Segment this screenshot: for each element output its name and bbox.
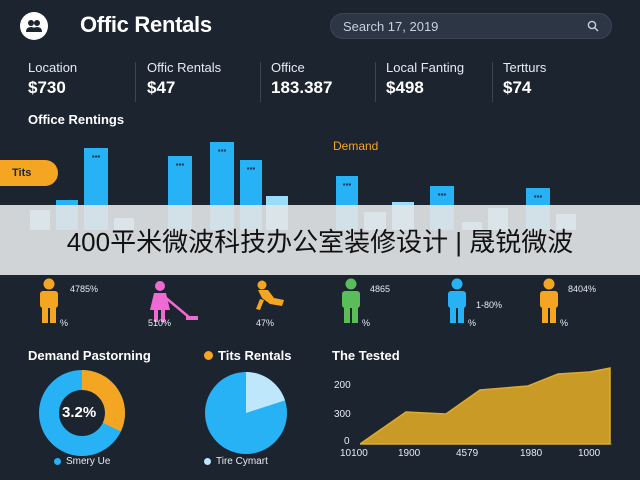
x-tick: 10100 bbox=[340, 448, 368, 459]
x-tick: 1900 bbox=[398, 448, 421, 459]
legend-smery-ue: Smery Ue bbox=[54, 456, 110, 467]
person-icon bbox=[540, 278, 558, 323]
people-icon bbox=[26, 20, 42, 32]
search-input[interactable]: Search 17, 2019 bbox=[330, 13, 612, 39]
section-title-the-tested: The Tested bbox=[332, 348, 400, 363]
stat-value: $74 bbox=[503, 78, 532, 97]
person-icon bbox=[40, 278, 58, 323]
divider bbox=[135, 62, 136, 102]
person-5-sub: % bbox=[468, 318, 477, 328]
demand-label: Demand bbox=[333, 139, 379, 153]
stat-offic-rentals: Offic Rentals $47 bbox=[147, 60, 221, 98]
stat-tertturs: Tertturs $74 bbox=[503, 60, 546, 98]
divider bbox=[260, 62, 261, 102]
stat-label: Local Fanting bbox=[386, 60, 465, 75]
divider bbox=[375, 62, 376, 102]
section-title-office-rentings: Office Rentings bbox=[28, 112, 125, 127]
person-6 bbox=[536, 278, 562, 329]
stat-label: Tertturs bbox=[503, 60, 547, 75]
stat-label: Office bbox=[271, 60, 305, 75]
pie-chart bbox=[202, 370, 292, 461]
search-text: Search 17, 2019 bbox=[343, 18, 439, 34]
running-person-icon bbox=[256, 280, 284, 310]
tits-rentals-title: Tits Rentals bbox=[218, 348, 292, 363]
donut-value: 3.2% bbox=[62, 404, 97, 421]
banner-overlay: 400平米微波科技办公室装修设计 | 晟锐微波 bbox=[0, 205, 640, 275]
search-icon[interactable] bbox=[587, 20, 599, 32]
legend-dot bbox=[54, 458, 61, 465]
person-1 bbox=[36, 278, 62, 329]
stat-value: $47 bbox=[147, 78, 176, 97]
stat-location: Location $730 bbox=[28, 60, 77, 98]
stat-label: Offic Rentals bbox=[147, 60, 222, 75]
app-title: Offic Rentals bbox=[80, 12, 212, 37]
stat-label: Location bbox=[28, 60, 78, 75]
section-title-tits-rentals: Tits Rentals bbox=[204, 348, 291, 363]
x-tick: 1000 bbox=[578, 448, 601, 459]
side-tab[interactable]: Tits bbox=[0, 160, 58, 186]
person-3-sub: 47% bbox=[256, 318, 275, 328]
person-4-value: 4865 bbox=[370, 284, 391, 294]
person-6-sub: % bbox=[560, 318, 569, 328]
person-2-sub: 510% bbox=[148, 318, 172, 328]
legend-tire-cymart: Tire Cymart bbox=[204, 456, 268, 467]
y-tick: 200 bbox=[334, 380, 351, 391]
section-title-demand-pastorning: Demand Pastorning bbox=[28, 348, 151, 363]
legend-label: Tire Cymart bbox=[216, 456, 268, 467]
person-icon bbox=[448, 278, 466, 323]
x-tick: 4579 bbox=[456, 448, 479, 459]
y-tick: 300 bbox=[334, 409, 351, 420]
area-chart bbox=[357, 366, 612, 451]
person-1-sub: % bbox=[60, 318, 69, 328]
person-1-value: 4785% bbox=[70, 284, 99, 294]
stat-value: 183.387 bbox=[271, 78, 333, 97]
person-4 bbox=[338, 278, 364, 329]
logo[interactable] bbox=[20, 12, 48, 40]
person-4-sub: % bbox=[362, 318, 371, 328]
person-5 bbox=[444, 278, 470, 329]
stat-value: $498 bbox=[386, 78, 424, 97]
divider bbox=[492, 62, 493, 102]
legend-dot bbox=[204, 458, 211, 465]
legend-dot bbox=[204, 351, 213, 360]
legend-label: Smery Ue bbox=[66, 456, 111, 467]
stat-office: Office 183.387 bbox=[271, 60, 332, 98]
person-6-value: 8404% bbox=[568, 284, 597, 294]
person-icon bbox=[342, 278, 360, 323]
person-3 bbox=[252, 280, 292, 317]
stat-local-fanting: Local Fanting $498 bbox=[386, 60, 464, 98]
person-5-value: 1-80% bbox=[476, 300, 503, 310]
area-fill bbox=[357, 367, 611, 445]
stat-value: $730 bbox=[28, 78, 66, 97]
y-tick: 0 bbox=[344, 436, 350, 447]
x-tick: 1980 bbox=[520, 448, 543, 459]
